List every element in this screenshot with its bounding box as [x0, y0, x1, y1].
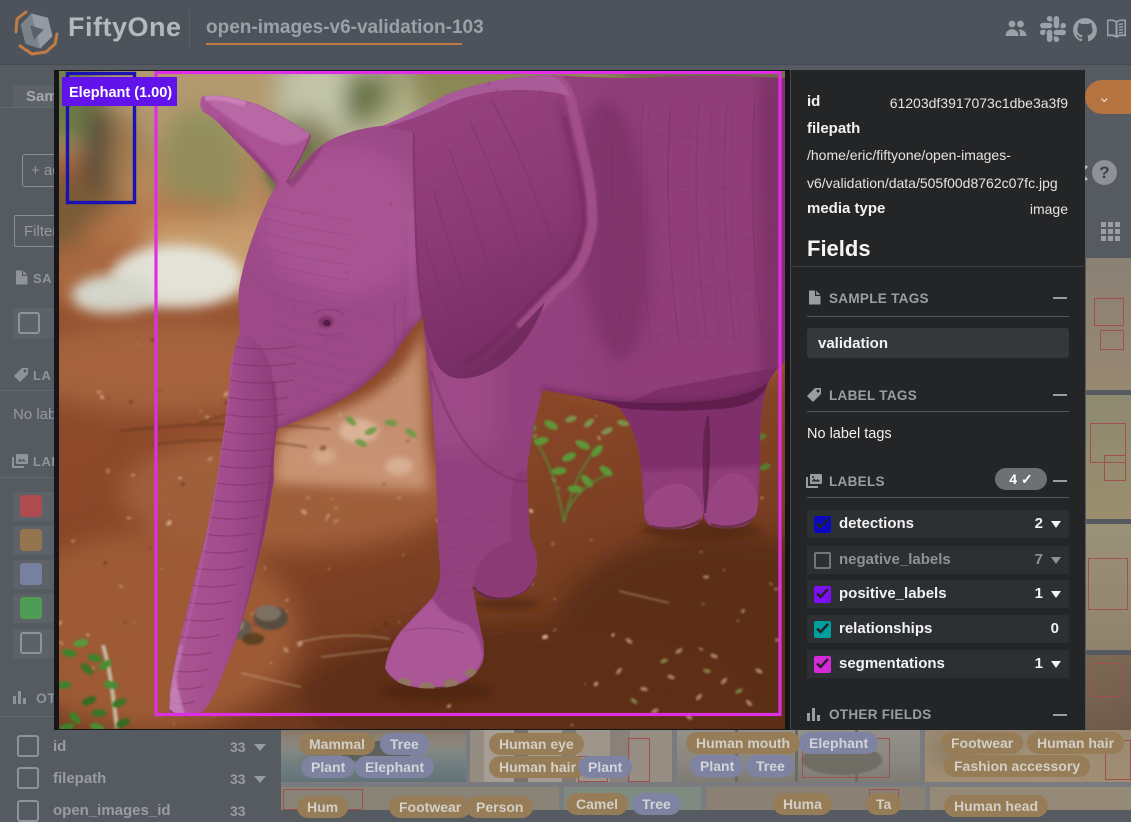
svg-text:Elephant (1.00): Elephant (1.00)	[69, 85, 172, 101]
